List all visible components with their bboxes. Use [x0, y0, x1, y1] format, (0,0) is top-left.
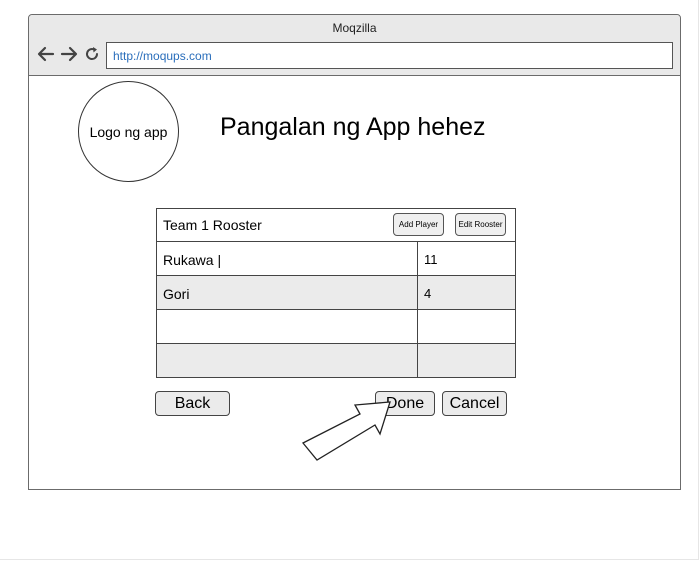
app-logo: Logo ng app — [78, 81, 179, 182]
roster-table: Team 1 Rooster Add Player Edit Rooster R… — [156, 208, 516, 378]
table-row[interactable]: Rukawa | 11 — [157, 242, 515, 276]
add-player-button[interactable]: Add Player — [393, 213, 444, 236]
url-input[interactable]: http://moqups.com — [106, 42, 673, 69]
table-row[interactable] — [157, 310, 515, 344]
player-number: 4 — [424, 286, 432, 301]
cancel-button[interactable]: Cancel — [442, 391, 507, 416]
arrow-pointer-icon — [301, 401, 391, 461]
url-text: http://moqups.com — [113, 49, 212, 63]
roster-header: Team 1 Rooster Add Player Edit Rooster — [157, 209, 515, 242]
reload-icon[interactable] — [83, 45, 101, 63]
player-name: Rukawa | — [163, 252, 222, 268]
back-button[interactable]: Back — [155, 391, 230, 416]
browser-chrome: Moqzilla http://moqups.com — [29, 15, 680, 76]
arrow-left-icon[interactable] — [37, 45, 55, 63]
page-title: Pangalan ng App hehez — [220, 113, 486, 141]
arrow-right-icon[interactable] — [60, 45, 78, 63]
edit-roster-button[interactable]: Edit Rooster — [455, 213, 506, 236]
table-row[interactable]: Gori 4 — [157, 276, 515, 310]
column-divider — [417, 242, 418, 377]
window-title: Moqzilla — [332, 21, 377, 35]
logo-label: Logo ng app — [89, 123, 168, 140]
player-name: Gori — [163, 286, 190, 302]
player-number: 11 — [424, 252, 438, 267]
table-row[interactable] — [157, 344, 515, 377]
roster-title: Team 1 Rooster — [163, 217, 262, 233]
